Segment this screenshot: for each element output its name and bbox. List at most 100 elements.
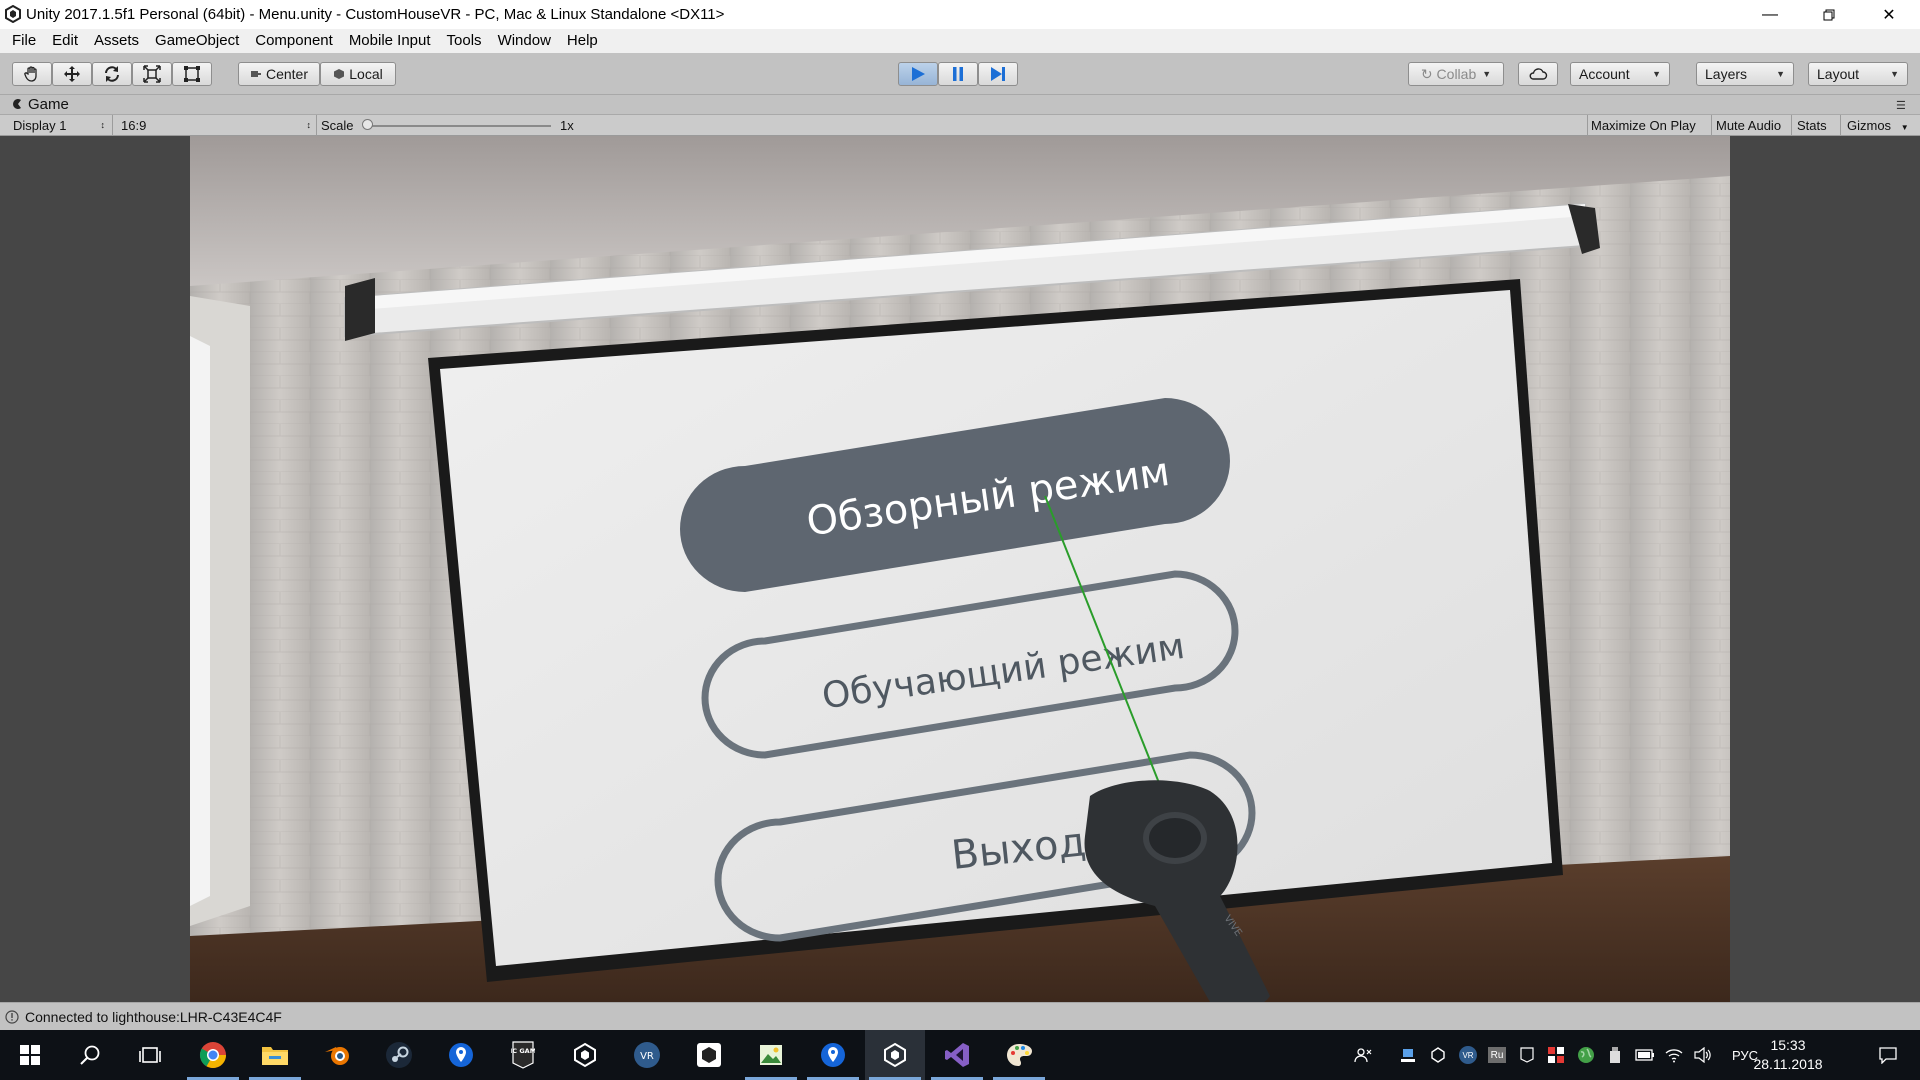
pause-button[interactable]	[938, 62, 978, 86]
unity-icon	[574, 1042, 596, 1068]
taskbar-steam[interactable]	[369, 1030, 429, 1080]
divider	[316, 115, 317, 136]
collab-dropdown[interactable]: ↻ Collab ▼	[1408, 62, 1504, 86]
menu-tools[interactable]: Tools	[439, 29, 490, 53]
taskbar-maps-2[interactable]	[803, 1030, 863, 1080]
play-button[interactable]	[898, 62, 938, 86]
taskbar-visual-studio[interactable]	[927, 1030, 987, 1080]
aspect-select[interactable]: 16:9 ↕	[121, 115, 311, 136]
tray-epic-icon[interactable]	[1514, 1030, 1540, 1080]
tray-wifi-icon[interactable]	[1661, 1030, 1687, 1080]
menu-assets[interactable]: Assets	[86, 29, 147, 53]
start-button[interactable]	[0, 1030, 60, 1080]
menu-gameobject[interactable]: GameObject	[147, 29, 247, 53]
game-view-toolbar: Display 1 ↕ 16:9 ↕ Scale 1x Maximize On …	[0, 114, 1920, 136]
layers-dropdown[interactable]: Layers ▼	[1696, 62, 1794, 86]
menu-window[interactable]: Window	[490, 29, 559, 53]
menu-file[interactable]: File	[4, 29, 44, 53]
tray-people-icon[interactable]	[1350, 1030, 1376, 1080]
stats-toggle[interactable]: Stats	[1797, 115, 1827, 136]
tab-menu-icon[interactable]: ☰	[1896, 99, 1906, 112]
maximize-on-play-toggle[interactable]: Maximize On Play	[1591, 115, 1696, 136]
tray-unity-icon[interactable]	[1425, 1030, 1451, 1080]
clock-time: 15:33	[1770, 1037, 1806, 1053]
layout-label: Layout	[1817, 66, 1860, 82]
aspect-label: 16:9	[121, 118, 147, 133]
info-icon	[5, 1010, 19, 1024]
move-tool-button[interactable]	[52, 62, 92, 86]
search-button[interactable]	[60, 1030, 120, 1080]
pause-icon	[953, 67, 963, 81]
cloud-services-button[interactable]	[1518, 62, 1558, 86]
mute-audio-toggle[interactable]: Mute Audio	[1716, 115, 1781, 136]
tray-clock[interactable]: 15:33 28.11.2018	[1752, 1036, 1824, 1074]
menu-help[interactable]: Help	[559, 29, 606, 53]
local-space-icon	[334, 69, 345, 79]
taskbar-chrome[interactable]	[183, 1030, 243, 1080]
account-dropdown[interactable]: Account ▼	[1570, 62, 1670, 86]
menu-edit[interactable]: Edit	[44, 29, 86, 53]
tray-keyboard-layout-icon[interactable]: Ru	[1484, 1030, 1510, 1080]
scale-slider-thumb[interactable]	[362, 119, 373, 130]
title-bar: Unity 2017.1.5f1 Personal (64bit) - Menu…	[0, 0, 1920, 29]
collab-label: Collab	[1436, 66, 1477, 82]
vr-scene[interactable]: Обзорный режим Обучающий режим Выход VIV…	[190, 136, 1730, 1002]
main-toolbar: Center Local ↻ Collab ▼ Account ▼ Layers…	[0, 53, 1920, 95]
step-button[interactable]	[978, 62, 1018, 86]
divider	[1711, 115, 1712, 136]
game-controller-icon	[13, 99, 21, 109]
pivot-center-toggle[interactable]: Center	[238, 62, 320, 86]
status-message[interactable]: Connected to lighthouse:LHR-C43E4C4F	[25, 1009, 282, 1025]
chevron-down-icon: ▼	[1652, 69, 1661, 79]
window-light	[190, 336, 210, 906]
tray-volume-icon[interactable]	[1690, 1030, 1716, 1080]
tray-security-icon[interactable]	[1543, 1030, 1569, 1080]
taskbar-paint[interactable]	[989, 1030, 1049, 1080]
status-bar: Connected to lighthouse:LHR-C43E4C4F	[0, 1002, 1920, 1030]
hand-tool-button[interactable]	[12, 62, 52, 86]
scale-tool-button[interactable]	[132, 62, 172, 86]
tray-battery-icon[interactable]	[1632, 1030, 1658, 1080]
display-select[interactable]: Display 1 ↕	[13, 115, 105, 136]
menu-mobile-input[interactable]: Mobile Input	[341, 29, 439, 53]
restore-icon[interactable]	[1800, 0, 1858, 29]
taskbar-image-editor[interactable]	[741, 1030, 801, 1080]
taskbar-unity-editor[interactable]	[865, 1030, 925, 1080]
layout-dropdown[interactable]: Layout ▼	[1808, 62, 1908, 86]
taskbar-unity[interactable]	[555, 1030, 615, 1080]
rect-tool-button[interactable]	[172, 62, 212, 86]
gizmos-label: Gizmos	[1847, 118, 1892, 133]
minimize-icon[interactable]: —	[1741, 0, 1799, 29]
maps-pin-icon	[821, 1043, 845, 1067]
unity-hub-icon	[697, 1043, 721, 1067]
gizmos-dropdown[interactable]: Gizmos ▼	[1847, 115, 1909, 136]
game-tab-title[interactable]: Game	[28, 96, 69, 113]
space-local-toggle[interactable]: Local	[320, 62, 396, 86]
close-icon[interactable]: ✕	[1860, 0, 1918, 29]
rect-icon	[184, 66, 200, 82]
taskbar-file-explorer[interactable]	[245, 1030, 305, 1080]
task-view-button[interactable]	[120, 1030, 180, 1080]
search-icon	[80, 1045, 100, 1065]
taskbar-maps-1[interactable]	[431, 1030, 491, 1080]
taskbar-steamvr[interactable]: VR	[617, 1030, 677, 1080]
tray-network-drive-icon[interactable]	[1395, 1030, 1421, 1080]
visual-studio-icon	[945, 1043, 969, 1067]
tray-globe-icon[interactable]	[1573, 1030, 1599, 1080]
taskbar-epic-games[interactable]: EPIC GAMES	[493, 1030, 553, 1080]
tray-steamvr-icon[interactable]: VR	[1455, 1030, 1481, 1080]
rotate-tool-button[interactable]	[92, 62, 132, 86]
steamvr-icon: VR	[634, 1042, 660, 1068]
vr-scene-render: Обзорный режим Обучающий режим Выход VIV…	[190, 136, 1730, 1002]
action-center-icon[interactable]	[1864, 1030, 1912, 1080]
tray-usb-icon[interactable]	[1602, 1030, 1628, 1080]
scale-slider-track[interactable]	[365, 125, 551, 127]
steamvr-label: VR	[640, 1051, 654, 1062]
scale-icon	[143, 65, 161, 83]
account-label: Account	[1579, 66, 1630, 82]
taskbar-blender[interactable]	[307, 1030, 367, 1080]
taskbar-unity-hub[interactable]	[679, 1030, 739, 1080]
divider	[1587, 115, 1588, 136]
menu-component[interactable]: Component	[247, 29, 341, 53]
play-icon	[912, 67, 925, 81]
